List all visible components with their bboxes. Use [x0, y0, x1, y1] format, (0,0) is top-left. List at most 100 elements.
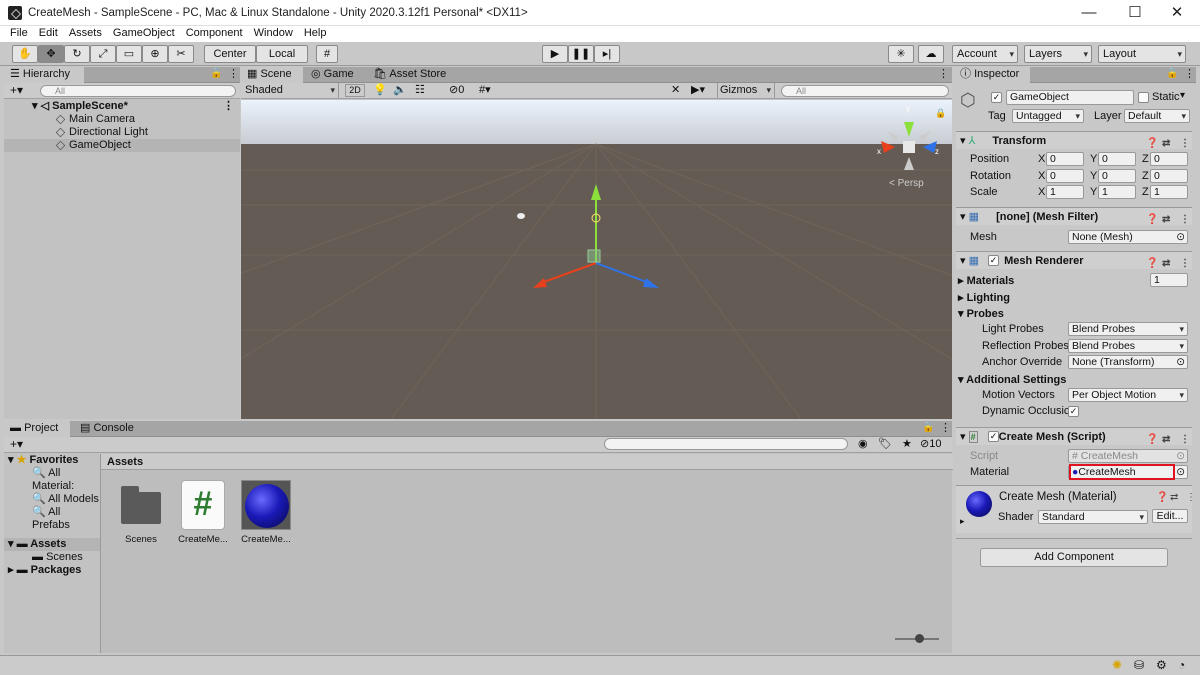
cloud-icon[interactable]: ☁: [918, 45, 944, 63]
fav-all-materials[interactable]: 🔍 All Material:: [4, 467, 100, 493]
additional-settings-foldout[interactable]: ▾ Additional Settings: [958, 373, 1066, 386]
2d-toggle[interactable]: 2D: [345, 84, 365, 97]
panel-menu-icon[interactable]: ⋮: [940, 421, 951, 434]
tab-console[interactable]: ▤ Console: [74, 421, 144, 437]
step-icon[interactable]: ▸|: [594, 45, 620, 63]
move-tool-icon[interactable]: ✥: [38, 45, 64, 63]
filter-type-icon[interactable]: ◉: [858, 437, 868, 450]
tab-project[interactable]: ▬ Project: [4, 421, 70, 437]
scene-row[interactable]: ▾ ◁ SampleScene* ⋮: [4, 100, 240, 113]
progress-icon[interactable]: ◔: [1178, 658, 1185, 672]
lighting-icon[interactable]: 💡: [373, 83, 387, 96]
preset-icon[interactable]: ⇄: [1162, 135, 1170, 153]
slider-handle[interactable]: [915, 634, 924, 643]
effects-icon[interactable]: ☷: [415, 83, 425, 96]
scale-z-field[interactable]: 1: [1150, 185, 1188, 199]
help-icon[interactable]: ❓: [1146, 135, 1158, 153]
tools-icon[interactable]: ✕: [671, 83, 680, 96]
mesh-field[interactable]: None (Mesh) ⊙: [1068, 230, 1188, 244]
favorites-row[interactable]: ▾ ★ Favorites: [4, 454, 100, 467]
position-y-field[interactable]: 0: [1098, 152, 1136, 166]
hierarchy-item-main-camera[interactable]: Main Camera: [4, 113, 240, 126]
hidden-packages-icon[interactable]: ⊘10: [920, 437, 941, 450]
packages-folder[interactable]: ▸ ▬ Packages: [4, 564, 100, 577]
custom-tool-icon[interactable]: ✂: [168, 45, 194, 63]
object-picker-icon[interactable]: ⊙: [1176, 466, 1185, 478]
scene-search-input[interactable]: All: [781, 85, 949, 97]
perspective-label[interactable]: < Persp: [889, 178, 924, 189]
position-x-field[interactable]: 0: [1046, 152, 1084, 166]
hand-tool-icon[interactable]: ✋: [12, 45, 38, 63]
material-foldout-icon[interactable]: ▸: [960, 516, 965, 527]
panel-menu-icon[interactable]: ⋮: [228, 67, 239, 80]
rotation-y-field[interactable]: 0: [1098, 169, 1136, 183]
object-picker-icon[interactable]: ⊙: [1176, 231, 1185, 243]
create-mesh-script-header[interactable]: ▾ # ✓ Create Mesh (Script) ❓ ⇄ ⋮: [956, 427, 1192, 445]
tag-dropdown[interactable]: Untagged: [1012, 109, 1084, 123]
position-z-field[interactable]: 0: [1150, 152, 1188, 166]
panel-menu-icon[interactable]: ⋮: [1184, 67, 1195, 80]
material-asset-thumbnail[interactable]: [241, 480, 291, 530]
layers-dropdown[interactable]: Layers: [1024, 45, 1092, 63]
gizmos-dropdown[interactable]: Gizmos: [717, 83, 775, 98]
collab-icon[interactable]: ✳: [888, 45, 914, 63]
tab-inspector[interactable]: ⓘ Inspector: [954, 67, 1030, 83]
preset-icon[interactable]: ⇄: [1162, 431, 1170, 449]
close-button[interactable]: ✕: [1154, 0, 1200, 26]
object-name-field[interactable]: GameObject: [1006, 90, 1134, 105]
pivot-center-button[interactable]: Center: [204, 45, 256, 63]
fav-all-prefabs[interactable]: 🔍 All Prefabs: [4, 506, 100, 532]
orientation-gizmo[interactable]: [881, 122, 937, 170]
rect-tool-icon[interactable]: ▭: [116, 45, 142, 63]
lighting-foldout[interactable]: ▸ Lighting: [958, 291, 1010, 304]
materials-count-field[interactable]: 1: [1150, 273, 1188, 287]
menu-component[interactable]: Component: [182, 26, 247, 40]
lock-icon[interactable]: 🔒: [210, 68, 222, 79]
materials-foldout[interactable]: ▸ Materials: [958, 274, 1014, 287]
script-enabled-checkbox[interactable]: ✓: [988, 431, 999, 442]
minimize-button[interactable]: —: [1066, 0, 1112, 26]
account-dropdown[interactable]: Account: [952, 45, 1018, 63]
rotation-x-field[interactable]: 0: [1046, 169, 1084, 183]
audio-icon[interactable]: 🔈: [393, 83, 407, 96]
scale-x-field[interactable]: 1: [1046, 185, 1084, 199]
mesh-renderer-enabled-checkbox[interactable]: ✓: [988, 255, 999, 266]
object-picker-icon[interactable]: ⊙: [1176, 356, 1185, 368]
scale-y-field[interactable]: 1: [1098, 185, 1136, 199]
light-gizmo-icon[interactable]: [517, 213, 525, 219]
light-probes-dropdown[interactable]: Blend Probes: [1068, 322, 1188, 336]
hidden-objects-icon[interactable]: ⊘0: [449, 83, 464, 96]
component-menu-icon[interactable]: ⋮: [1180, 211, 1190, 229]
component-menu-icon[interactable]: ⋮: [1186, 492, 1196, 503]
camera-icon[interactable]: ▶▾: [691, 83, 705, 96]
mesh-filter-header[interactable]: ▾ ▦ [none] (Mesh Filter) ❓ ⇄ ⋮: [956, 207, 1192, 225]
shader-dropdown[interactable]: Standard: [1038, 510, 1148, 524]
menu-help[interactable]: Help: [300, 26, 331, 40]
pause-icon[interactable]: ❚❚: [568, 45, 594, 63]
preset-icon[interactable]: ⇄: [1162, 211, 1170, 229]
add-icon[interactable]: +▾: [10, 83, 23, 97]
project-search-input[interactable]: [604, 438, 848, 450]
help-icon[interactable]: ❓: [1146, 431, 1158, 449]
transform-tool-icon[interactable]: ⊕: [142, 45, 168, 63]
pivot-local-button[interactable]: Local: [256, 45, 308, 63]
menu-window[interactable]: Window: [250, 26, 297, 40]
tab-asset-store[interactable]: 🛍 Asset Store: [367, 67, 453, 83]
component-menu-icon[interactable]: ⋮: [1180, 135, 1190, 153]
filter-label-icon[interactable]: 🏷: [878, 437, 892, 450]
mesh-renderer-header[interactable]: ▾ ▦ ✓ Mesh Renderer ❓ ⇄ ⋮: [956, 251, 1192, 269]
anchor-override-field[interactable]: None (Transform) ⊙: [1068, 355, 1188, 369]
add-component-button[interactable]: Add Component: [980, 548, 1168, 567]
help-icon[interactable]: ❓: [1146, 255, 1158, 273]
help-icon[interactable]: ❓: [1146, 211, 1158, 229]
lighting-status-icon[interactable]: ✺: [1112, 658, 1122, 672]
scale-tool-icon[interactable]: ⤢: [90, 45, 116, 63]
lock-icon[interactable]: 🔒: [1166, 68, 1178, 79]
layer-dropdown[interactable]: Default: [1124, 109, 1190, 123]
static-dropdown-icon[interactable]: ▾: [1180, 90, 1185, 101]
panel-menu-icon[interactable]: ⋮: [938, 67, 949, 80]
debug-icon[interactable]: ⚙: [1156, 658, 1167, 672]
gizmo-lock-icon[interactable]: 🔒: [935, 108, 946, 119]
tab-scene[interactable]: ▦ Scene: [241, 67, 303, 83]
menu-file[interactable]: File: [6, 26, 32, 40]
